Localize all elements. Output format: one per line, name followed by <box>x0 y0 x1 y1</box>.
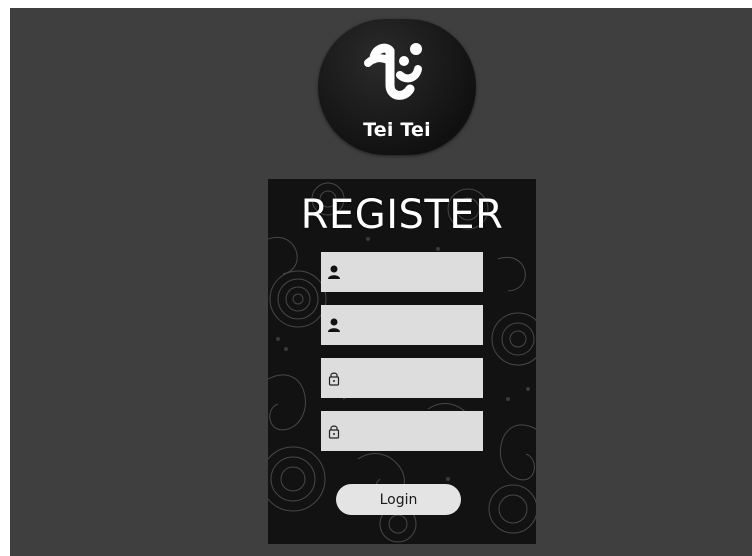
password-input[interactable] <box>347 358 479 398</box>
confirm-password-input[interactable] <box>347 411 479 451</box>
lock-icon <box>328 425 340 439</box>
username-input[interactable] <box>347 252 479 292</box>
confirm-password-field[interactable] <box>321 411 483 451</box>
brand-logo: Tei Tei <box>318 19 476 155</box>
email-input[interactable] <box>347 305 479 345</box>
brand-name: Tei Tei <box>363 119 431 141</box>
user-icon <box>328 265 340 279</box>
user-icon <box>328 318 340 332</box>
register-title: REGISTER <box>300 192 504 238</box>
register-panel: REGISTER Login <box>268 179 536 544</box>
email-field[interactable] <box>321 305 483 345</box>
login-button[interactable]: Login <box>336 484 461 515</box>
username-field[interactable] <box>321 252 483 292</box>
lock-icon <box>328 372 340 386</box>
tei-tei-logo-mark-icon <box>364 43 422 100</box>
app-frame: Tei Tei REGISTER Login <box>10 8 752 556</box>
password-field[interactable] <box>321 358 483 398</box>
